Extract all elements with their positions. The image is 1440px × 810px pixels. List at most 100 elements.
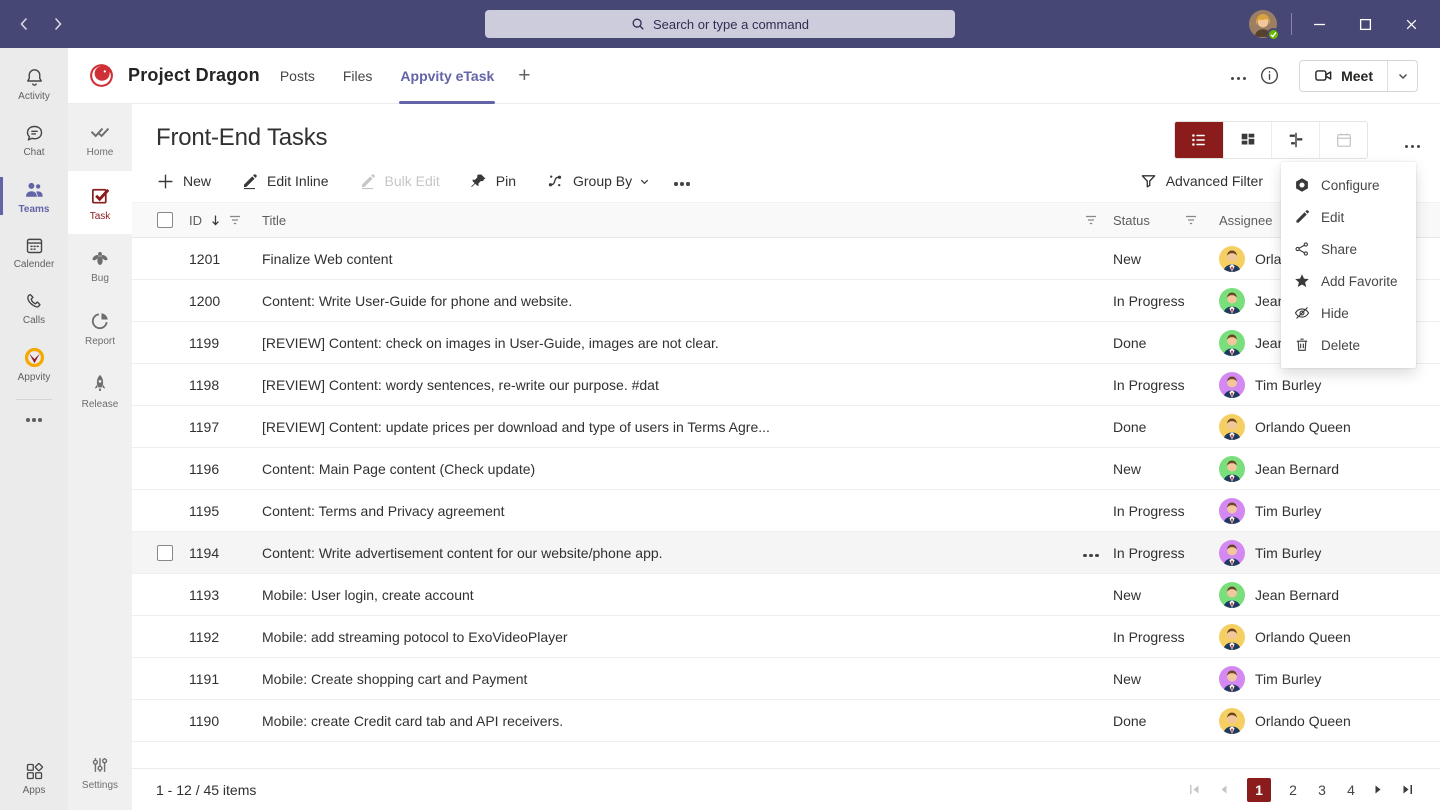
table-row[interactable]: 1194 Content: Write advertisement conten… <box>132 532 1440 574</box>
task-id: 1195 <box>186 503 262 519</box>
presence-available-icon <box>1267 28 1280 41</box>
page-button-1[interactable]: 1 <box>1247 778 1271 802</box>
gantt-view-icon <box>1287 131 1305 149</box>
group-by-button[interactable]: Group By <box>546 172 650 190</box>
tab-files[interactable]: Files <box>329 48 387 103</box>
module-item-task[interactable]: Task <box>68 171 132 234</box>
table-row[interactable]: 1193 Mobile: User login, create account … <box>132 574 1440 616</box>
page-button-2[interactable]: 2 <box>1286 782 1300 798</box>
sort-desc-icon[interactable] <box>210 214 221 227</box>
meet-button[interactable]: Meet <box>1300 61 1387 91</box>
column-header-status[interactable]: Status <box>1113 213 1150 228</box>
next-page-button[interactable] <box>1373 784 1387 795</box>
table-row[interactable]: 1199 [REVIEW] Content: check on images i… <box>132 322 1440 364</box>
task-title: Content: Terms and Privacy agreement <box>262 503 1069 519</box>
column-header-title[interactable]: Title <box>262 213 1069 228</box>
toolbar-more-button[interactable] <box>680 174 683 189</box>
table-row[interactable]: 1191 Mobile: Create shopping cart and Pa… <box>132 658 1440 700</box>
sidebar-item-teams[interactable]: Teams <box>0 168 68 224</box>
channel-header-actions: Meet <box>1237 60 1418 92</box>
release-rocket-icon <box>89 373 111 395</box>
tab-appvity-etask[interactable]: Appvity eTask <box>386 48 508 103</box>
forward-button[interactable] <box>48 14 68 34</box>
search-placeholder: Search or type a command <box>653 17 809 32</box>
user-avatar[interactable] <box>1249 10 1277 38</box>
table-row[interactable]: 1200 Content: Write User-Guide for phone… <box>132 280 1440 322</box>
table-row[interactable]: 1196 Content: Main Page content (Check u… <box>132 448 1440 490</box>
table-row[interactable]: 1190 Mobile: create Credit card tab and … <box>132 700 1440 742</box>
sidebar-item-chat[interactable]: Chat <box>0 112 68 168</box>
module-item-bug[interactable]: Bug <box>68 234 132 297</box>
advanced-filter-button[interactable]: Advanced Filter <box>1140 173 1263 190</box>
calendar-view-button[interactable] <box>1319 122 1367 158</box>
menu-item-configure[interactable]: Configure <box>1281 169 1416 201</box>
view-options-more-button[interactable] <box>1411 136 1414 151</box>
maximize-icon <box>1359 18 1372 31</box>
titlebar-divider <box>1291 13 1292 35</box>
gantt-view-button[interactable] <box>1271 122 1319 158</box>
pin-button[interactable]: Pin <box>470 173 516 190</box>
app-rail: Activity Chat Teams Calender Calls Appvi… <box>0 48 68 810</box>
history-nav <box>14 0 68 48</box>
star-icon <box>1294 273 1310 289</box>
assignee-avatar <box>1219 582 1245 608</box>
edit-inline-button[interactable]: Edit Inline <box>241 173 328 190</box>
table-row[interactable]: 1197 [REVIEW] Content: update prices per… <box>132 406 1440 448</box>
bulk-edit-button[interactable]: Bulk Edit <box>359 173 440 190</box>
add-tab-button[interactable]: + <box>512 64 536 88</box>
menu-item-hide[interactable]: Hide <box>1281 297 1416 329</box>
search-input[interactable]: Search or type a command <box>485 10 955 38</box>
table-row[interactable]: 1192 Mobile: add streaming potocol to Ex… <box>132 616 1440 658</box>
board-view-button[interactable] <box>1223 122 1271 158</box>
table-row[interactable]: 1195 Content: Terms and Privacy agreemen… <box>132 490 1440 532</box>
sidebar-item-appvity[interactable]: Appvity <box>0 336 68 392</box>
sidebar-item-calendar[interactable]: Calender <box>0 224 68 280</box>
row-actions-button[interactable] <box>1089 545 1092 560</box>
task-id: 1192 <box>186 629 262 645</box>
new-button[interactable]: New <box>157 173 211 190</box>
menu-item-delete[interactable]: Delete <box>1281 329 1416 361</box>
ellipsis-icon <box>32 418 35 421</box>
sidebar-item-calls[interactable]: Calls <box>0 280 68 336</box>
channel-info-button[interactable] <box>1260 66 1279 85</box>
last-page-button[interactable] <box>1402 784 1416 795</box>
more-apps-button[interactable] <box>0 407 68 433</box>
task-status: Done <box>1113 419 1219 435</box>
module-item-home[interactable]: Home <box>68 108 132 171</box>
filter-icon[interactable] <box>229 215 241 225</box>
tab-posts[interactable]: Posts <box>266 48 329 103</box>
menu-item-edit[interactable]: Edit <box>1281 201 1416 233</box>
sidebar-item-activity[interactable]: Activity <box>0 56 68 112</box>
first-page-button[interactable] <box>1189 784 1203 795</box>
list-view-button[interactable] <box>1175 122 1223 158</box>
search-icon <box>631 17 645 31</box>
back-button[interactable] <box>14 14 34 34</box>
task-id: 1194 <box>186 545 262 561</box>
minimize-button[interactable] <box>1296 0 1342 48</box>
table-row[interactable]: 1198 [REVIEW] Content: wordy sentences, … <box>132 364 1440 406</box>
page-button-4[interactable]: 4 <box>1344 782 1358 798</box>
module-item-report[interactable]: Report <box>68 297 132 360</box>
filter-icon[interactable] <box>1085 215 1097 225</box>
module-item-settings[interactable]: Settings <box>68 741 132 804</box>
menu-item-share[interactable]: Share <box>1281 233 1416 265</box>
meet-dropdown-button[interactable] <box>1387 61 1417 91</box>
plus-icon <box>157 173 174 190</box>
close-button[interactable] <box>1388 0 1434 48</box>
menu-item-add-favorite[interactable]: Add Favorite <box>1281 265 1416 297</box>
bug-icon <box>89 247 111 269</box>
page-button-3[interactable]: 3 <box>1315 782 1329 798</box>
sidebar-item-apps[interactable]: Apps <box>0 750 68 806</box>
module-item-release[interactable]: Release <box>68 360 132 423</box>
channel-more-button[interactable] <box>1237 68 1240 83</box>
column-header-id[interactable]: ID <box>189 213 202 228</box>
rail-divider <box>16 399 52 400</box>
task-title: Content: Write advertisement content for… <box>262 545 1069 561</box>
row-checkbox[interactable] <box>157 545 173 561</box>
previous-page-button[interactable] <box>1218 784 1232 795</box>
select-all-checkbox[interactable] <box>157 212 173 228</box>
filter-icon[interactable] <box>1185 215 1197 225</box>
table-row[interactable]: 1201 Finalize Web content New Orlando Qu… <box>132 238 1440 280</box>
maximize-button[interactable] <box>1342 0 1388 48</box>
trash-icon <box>1294 337 1310 353</box>
